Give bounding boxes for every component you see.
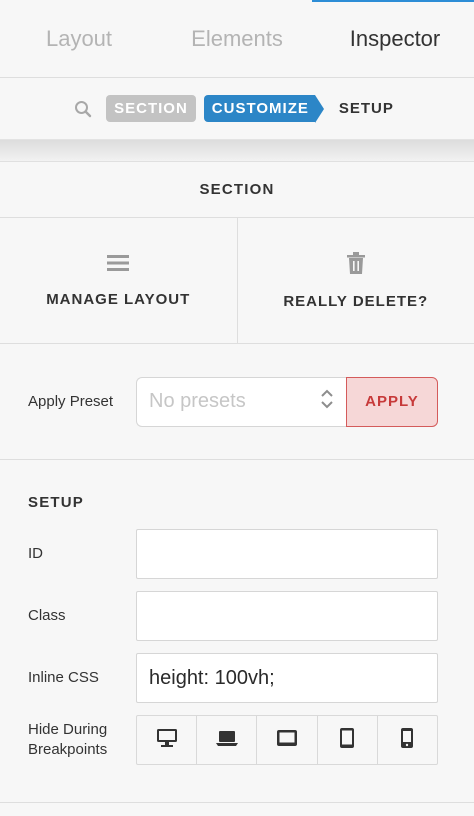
manage-layout-label: MANAGE LAYOUT xyxy=(46,290,191,308)
main-tabs: Layout Elements Inspector xyxy=(0,0,474,78)
delete-section-button[interactable]: REALLY DELETE? xyxy=(236,218,474,343)
phone-icon xyxy=(400,727,414,754)
class-label: Class xyxy=(28,607,66,624)
delete-section-label: REALLY DELETE? xyxy=(283,292,429,310)
section-actions: MANAGE LAYOUT REALLY DELETE? xyxy=(0,218,474,344)
apply-preset-button[interactable]: APPLY xyxy=(346,376,438,427)
panel-title: SECTION xyxy=(0,162,474,218)
id-row: ID xyxy=(28,529,438,579)
menu-icon xyxy=(107,254,130,277)
search-icon[interactable] xyxy=(72,98,94,120)
tab-inspector[interactable]: Inspector xyxy=(316,26,474,52)
tablet-landscape-icon xyxy=(276,728,298,753)
tab-layout[interactable]: Layout xyxy=(0,26,158,52)
apply-preset-row: Apply Preset No presets APPLY xyxy=(0,344,474,460)
preset-select-value: No presets xyxy=(149,390,246,412)
id-label: ID xyxy=(28,545,43,562)
tablet-portrait-icon xyxy=(339,727,355,754)
divider-shadow xyxy=(0,140,474,162)
trash-icon xyxy=(346,251,365,279)
top-accent-bar xyxy=(312,0,474,2)
breakpoints-row: Hide During Breakpoints xyxy=(28,715,438,765)
class-field[interactable] xyxy=(136,591,438,641)
bottom-divider xyxy=(0,802,474,803)
breadcrumb: SECTION CUSTOMIZE SETUP xyxy=(0,78,474,140)
breadcrumb-setup: SETUP xyxy=(338,100,394,117)
class-row: Class xyxy=(28,591,438,641)
tab-elements[interactable]: Elements xyxy=(158,26,316,52)
setup-title: SETUP xyxy=(28,494,85,511)
inline-css-row: Inline CSS xyxy=(28,653,438,703)
breakpoints-label: Hide During Breakpoints xyxy=(28,721,108,758)
select-arrows-icon xyxy=(320,388,334,415)
preset-select[interactable]: No presets xyxy=(136,376,346,427)
laptop-icon xyxy=(215,729,239,752)
inline-css-label: Inline CSS xyxy=(28,669,99,686)
manage-layout-button[interactable]: MANAGE LAYOUT xyxy=(0,218,237,343)
id-field[interactable] xyxy=(136,529,438,579)
breakpoint-desktop-button[interactable] xyxy=(137,716,196,764)
desktop-icon xyxy=(156,728,178,753)
breadcrumb-customize[interactable]: CUSTOMIZE xyxy=(203,95,324,123)
setup-section: SETUP ID Class Inline CSS Hide During Br… xyxy=(0,460,474,765)
apply-preset-label: Apply Preset xyxy=(28,392,114,410)
breakpoint-tablet-portrait-button[interactable] xyxy=(316,716,377,764)
inline-css-field[interactable] xyxy=(136,653,438,703)
breakpoint-laptop-button[interactable] xyxy=(196,716,256,764)
breadcrumb-section[interactable]: SECTION xyxy=(106,95,196,122)
breakpoints-toggle-group xyxy=(136,715,438,765)
breakpoint-tablet-landscape-button[interactable] xyxy=(256,716,316,764)
breakpoint-phone-button[interactable] xyxy=(376,716,437,764)
